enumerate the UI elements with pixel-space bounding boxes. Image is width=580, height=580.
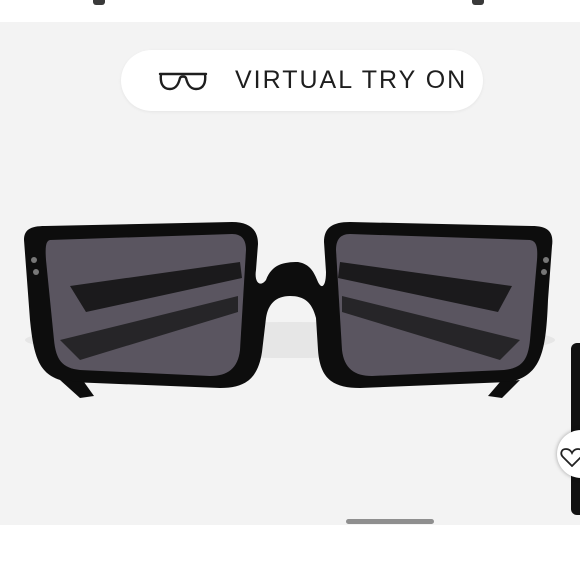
top-strip (0, 0, 580, 22)
virtual-try-on-button[interactable]: VIRTUAL TRY ON (121, 50, 483, 111)
sunglasses-image (24, 222, 555, 398)
side-panel-tab[interactable] (571, 343, 580, 515)
glasses-outline-icon (158, 72, 208, 90)
top-indicator (472, 0, 484, 5)
bottom-area (0, 525, 580, 580)
heart-icon (560, 448, 580, 467)
top-indicator (93, 0, 105, 5)
scroll-handle[interactable] (346, 519, 434, 524)
virtual-try-on-label: VIRTUAL TRY ON (235, 66, 468, 94)
